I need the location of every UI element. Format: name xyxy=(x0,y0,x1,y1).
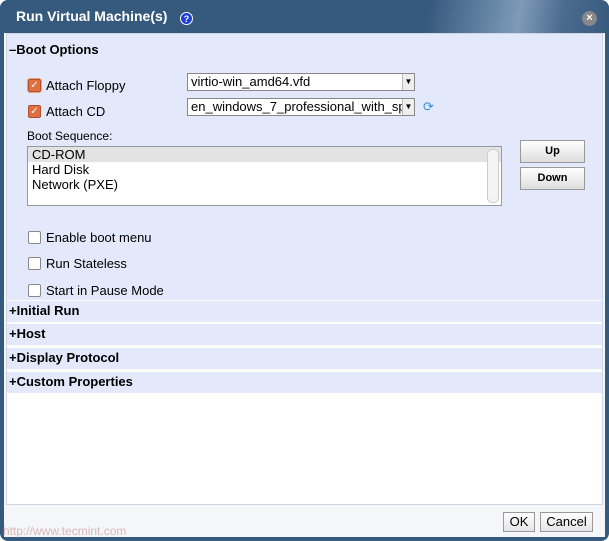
attach-cd-label: Attach CD xyxy=(46,104,106,119)
options-panel: –Boot Options ✓ Attach Floppy virtio-win… xyxy=(6,33,603,505)
enable-boot-menu-label: Enable boot menu xyxy=(46,230,152,245)
start-paused-checkbox[interactable] xyxy=(28,284,41,297)
boot-sequence-list[interactable]: CD-ROM Hard Disk Network (PXE) xyxy=(27,146,502,206)
attach-floppy-label: Attach Floppy xyxy=(46,78,126,93)
up-button[interactable]: Up xyxy=(520,140,585,163)
refresh-icon[interactable]: ⟳ xyxy=(423,99,434,115)
run-stateless-label: Run Stateless xyxy=(46,256,127,271)
attach-floppy-checkbox[interactable]: ✓ xyxy=(27,78,42,93)
run-vm-dialog: Run Virtual Machine(s) ? × –Boot Options… xyxy=(0,0,609,541)
down-button[interactable]: Down xyxy=(520,167,585,190)
boot-options-header[interactable]: –Boot Options xyxy=(9,42,99,57)
chevron-down-icon: ▼ xyxy=(402,99,414,115)
scrollbar[interactable] xyxy=(487,149,499,203)
section-custom-properties[interactable]: +Custom Properties xyxy=(7,372,602,393)
help-icon[interactable]: ? xyxy=(180,12,193,25)
ok-button[interactable]: OK xyxy=(503,512,535,532)
list-item[interactable]: Hard Disk xyxy=(28,162,501,177)
chevron-down-icon: ▼ xyxy=(402,74,414,90)
close-icon[interactable]: × xyxy=(582,11,597,26)
dialog-header: Run Virtual Machine(s) ? × xyxy=(0,0,609,33)
section-host[interactable]: +Host xyxy=(7,324,602,345)
cd-select[interactable]: en_windows_7_professional_with_sp ▼ xyxy=(187,98,415,116)
boot-options-section: –Boot Options ✓ Attach Floppy virtio-win… xyxy=(7,34,602,300)
start-paused-label: Start in Pause Mode xyxy=(46,283,164,298)
section-display-protocol[interactable]: +Display Protocol xyxy=(7,348,602,369)
enable-boot-menu-checkbox[interactable] xyxy=(28,231,41,244)
cancel-button[interactable]: Cancel xyxy=(540,512,593,532)
section-initial-run[interactable]: +Initial Run xyxy=(7,301,602,322)
dialog-body: –Boot Options ✓ Attach Floppy virtio-win… xyxy=(4,33,605,537)
dialog-title: Run Virtual Machine(s) xyxy=(16,8,168,24)
boot-sequence-label: Boot Sequence: xyxy=(27,129,113,143)
list-item[interactable]: Network (PXE) xyxy=(28,177,501,192)
list-item[interactable]: CD-ROM xyxy=(28,147,501,162)
run-stateless-checkbox[interactable] xyxy=(28,257,41,270)
floppy-select[interactable]: virtio-win_amd64.vfd ▼ xyxy=(187,73,415,91)
attach-cd-checkbox[interactable]: ✓ xyxy=(28,105,41,118)
watermark: http://www.tecmint.com xyxy=(3,524,127,538)
